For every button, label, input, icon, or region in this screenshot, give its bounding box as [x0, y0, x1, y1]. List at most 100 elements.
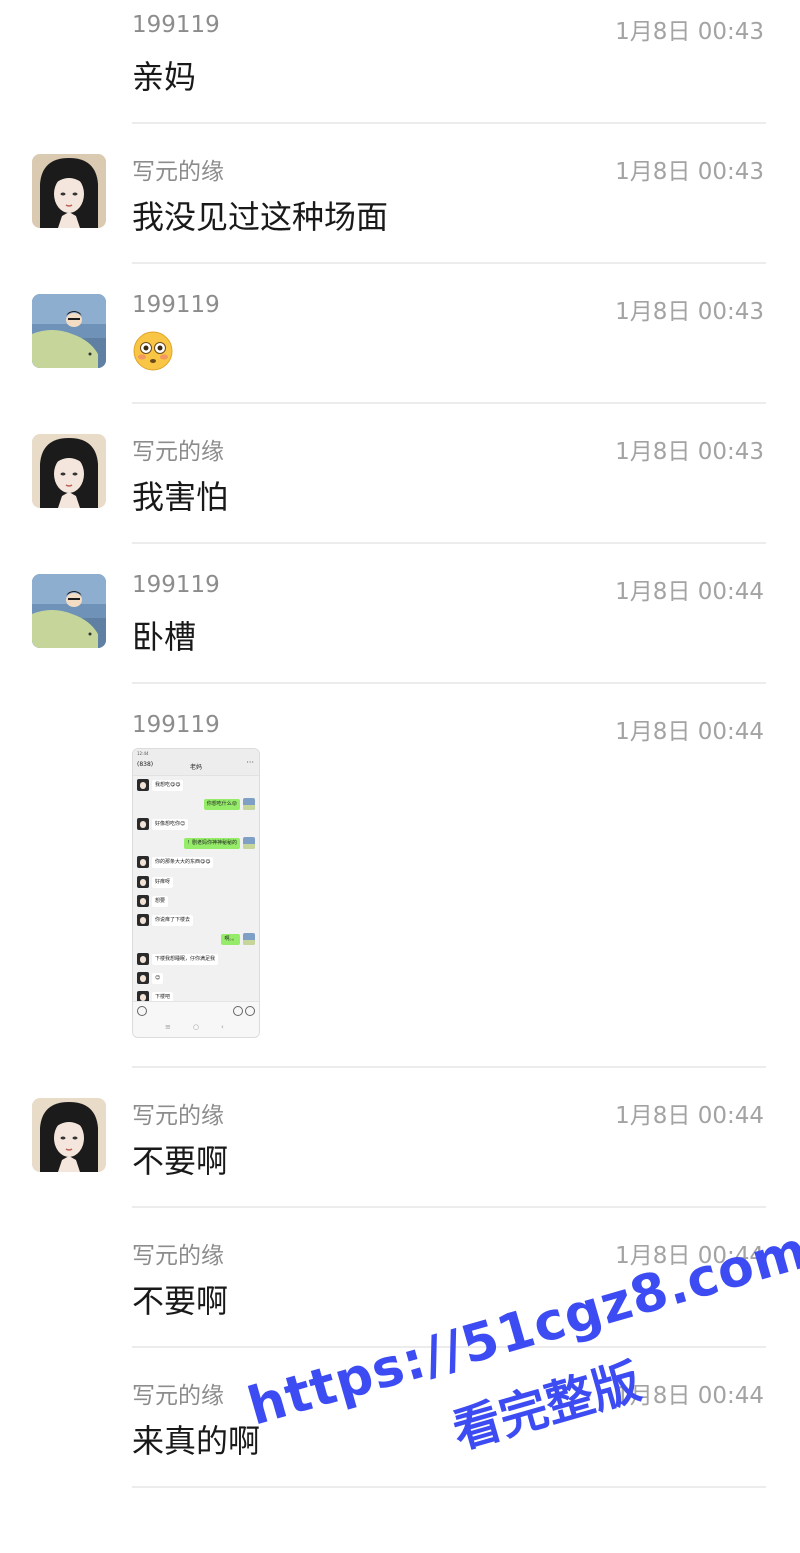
- avatar-cartoon-icon: [32, 294, 106, 368]
- thumb-back-icon: ‹: [221, 1023, 224, 1031]
- thumb-avatar-girl-icon: [137, 952, 149, 965]
- avatar-cartoon[interactable]: [32, 294, 106, 368]
- thumb-back-label: (838): [137, 761, 154, 768]
- thumb-message-bubble: 你说痒了下楼去: [152, 915, 194, 927]
- message-time: 1月8日 00:43: [615, 299, 764, 325]
- sender-name: 写元的缘: [132, 1243, 224, 1269]
- thumb-avatar-girl-icon: [137, 875, 149, 888]
- message-item[interactable]: 写元的缘 1月8日 00:44 来真的啊: [0, 1366, 800, 1506]
- message-text[interactable]: 我没见过这种场面: [132, 192, 388, 238]
- thumb-avatar-girl-icon: [137, 779, 149, 791]
- thumb-message-row: 想要: [133, 894, 259, 909]
- thumb-message-bubble: 想要: [152, 895, 169, 907]
- message-text[interactable]: 我害怕: [132, 472, 228, 518]
- thumb-message-row: 啊。。: [133, 933, 259, 947]
- thumb-menu-icon: ≡: [165, 1023, 171, 1031]
- avatar-girl[interactable]: [32, 154, 106, 228]
- flushed-face-emoji-icon[interactable]: [132, 330, 174, 372]
- thumb-avatar-cartoon-icon: [243, 933, 255, 946]
- thumb-plus-icon: [245, 1006, 255, 1016]
- divider: [132, 402, 766, 404]
- message-item[interactable]: 写元的缘 1月8日 00:43 我害怕: [0, 420, 800, 560]
- message-item[interactable]: 199119 1月8日 00:44: [0, 700, 800, 1068]
- thumb-message-bubble: 啊。。: [221, 934, 240, 946]
- message-text[interactable]: 亲妈: [132, 52, 196, 98]
- divider: [132, 1346, 766, 1348]
- divider: [132, 682, 766, 684]
- thumb-message-bubble: 你的那条大大的东西😋😋: [152, 857, 214, 869]
- sender-name: 写元的缘: [132, 439, 224, 465]
- thumb-message-row: 我想吃😋😋: [133, 779, 259, 793]
- message-text[interactable]: 来真的啊: [132, 1416, 260, 1462]
- thumb-emoji-icon: [233, 1006, 243, 1016]
- thumb-more-icon: ···: [246, 758, 254, 767]
- message-item[interactable]: 199119 1月8日 00:43: [0, 280, 800, 420]
- thumb-avatar-cartoon-icon: [243, 836, 255, 849]
- message-time: 1月8日 00:44: [615, 719, 764, 745]
- thumb-message-bubble: 好像想吃你😊: [152, 818, 189, 830]
- avatar-girl[interactable]: [32, 434, 106, 508]
- message-text[interactable]: 不要啊: [132, 1136, 228, 1182]
- avatar-girl-icon: [32, 434, 106, 508]
- divider: [132, 122, 766, 124]
- divider: [132, 542, 766, 544]
- thumb-message-bubble: 你想吃什么😜: [203, 799, 240, 811]
- divider: [132, 1066, 766, 1068]
- avatar-cartoon[interactable]: [32, 574, 106, 648]
- sender-name: 199119: [132, 572, 220, 598]
- thumb-avatar-girl-icon: [137, 914, 149, 927]
- thumb-message-bubble: ！剧老妈你神神秘秘的: [183, 837, 240, 849]
- message-item[interactable]: 写元的缘 1月8日 00:44 不要啊: [0, 1086, 800, 1226]
- thumb-chat-title: 老妈: [189, 764, 203, 771]
- message-time: 1月8日 00:44: [615, 579, 764, 605]
- divider: [132, 1206, 766, 1208]
- sender-name: 199119: [132, 292, 220, 318]
- message-item[interactable]: 写元的缘 1月8日 00:43 我没见过这种场面: [0, 140, 800, 280]
- thumb-status-time: 12:44: [137, 751, 149, 756]
- thumb-message-row: 你的那条大大的东西😋😋: [133, 856, 259, 870]
- thumb-avatar-girl-icon: [137, 817, 149, 830]
- thumb-message-row: 你说痒了下楼去: [133, 914, 259, 928]
- thumb-voice-icon: [137, 1006, 147, 1016]
- sender-name: 写元的缘: [132, 159, 224, 185]
- divider: [132, 1486, 766, 1488]
- message-time: 1月8日 00:43: [615, 19, 764, 45]
- thumb-avatar-girl-icon: [137, 856, 149, 869]
- thumb-message-row: 😊: [133, 972, 259, 986]
- thumb-message-row: 好痒呀: [133, 875, 259, 890]
- thumb-message-bubble: 好痒呀: [152, 876, 174, 888]
- chat-screenshot-thumbnail[interactable]: 12:44 (838) 老妈 ··· 我想吃😋😋 你想吃什么😜 好像想吃你😊 ！剧老妈…: [132, 748, 260, 1038]
- sender-name: 写元的缘: [132, 1383, 224, 1409]
- message-text[interactable]: 卧槽: [132, 612, 196, 658]
- thumb-input-bar: [133, 1001, 259, 1020]
- message-time: 1月8日 00:44: [615, 1103, 764, 1129]
- thumb-message-row: 好像想吃你😊: [133, 817, 259, 832]
- avatar-cartoon-icon: [32, 574, 106, 648]
- thumb-message-row: 下楼我想睡眠，仔你满足我: [133, 952, 259, 967]
- message-time: 1月8日 00:44: [615, 1243, 764, 1269]
- thumb-message-row: 你想吃什么😜: [133, 798, 259, 812]
- thumb-message-row: ！剧老妈你神神秘秘的: [133, 836, 259, 851]
- divider: [132, 262, 766, 264]
- thumb-avatar-girl-icon: [137, 972, 149, 984]
- sender-name: 写元的缘: [132, 1103, 224, 1129]
- message-item[interactable]: 写元的缘 1月8日 00:44 不要啊: [0, 1226, 800, 1366]
- thumb-nav-bar: ≡ ○ ‹: [133, 1020, 259, 1037]
- thumb-message-bubble: 下楼我想睡眠，仔你满足我: [152, 953, 219, 965]
- message-time: 1月8日 00:44: [615, 1383, 764, 1409]
- sender-name: 199119: [132, 12, 220, 38]
- thumb-message-bubble: 我想吃😋😋: [152, 780, 184, 791]
- message-text[interactable]: 不要啊: [132, 1276, 228, 1322]
- avatar-girl-icon: [32, 154, 106, 228]
- thumb-message-bubble: 😊: [152, 973, 164, 984]
- avatar-girl-icon: [32, 1098, 106, 1172]
- thumb-title-bar: 12:44 (838) 老妈 ···: [133, 749, 259, 776]
- thumb-home-icon: ○: [193, 1023, 200, 1031]
- message-item[interactable]: 199119 1月8日 00:43 亲妈: [0, 0, 800, 140]
- message-time: 1月8日 00:43: [615, 159, 764, 185]
- avatar-girl[interactable]: [32, 1098, 106, 1172]
- message-time: 1月8日 00:43: [615, 439, 764, 465]
- thumb-avatar-girl-icon: [137, 894, 149, 907]
- sender-name: 199119: [132, 712, 220, 738]
- message-item[interactable]: 199119 1月8日 00:44 卧槽: [0, 560, 800, 700]
